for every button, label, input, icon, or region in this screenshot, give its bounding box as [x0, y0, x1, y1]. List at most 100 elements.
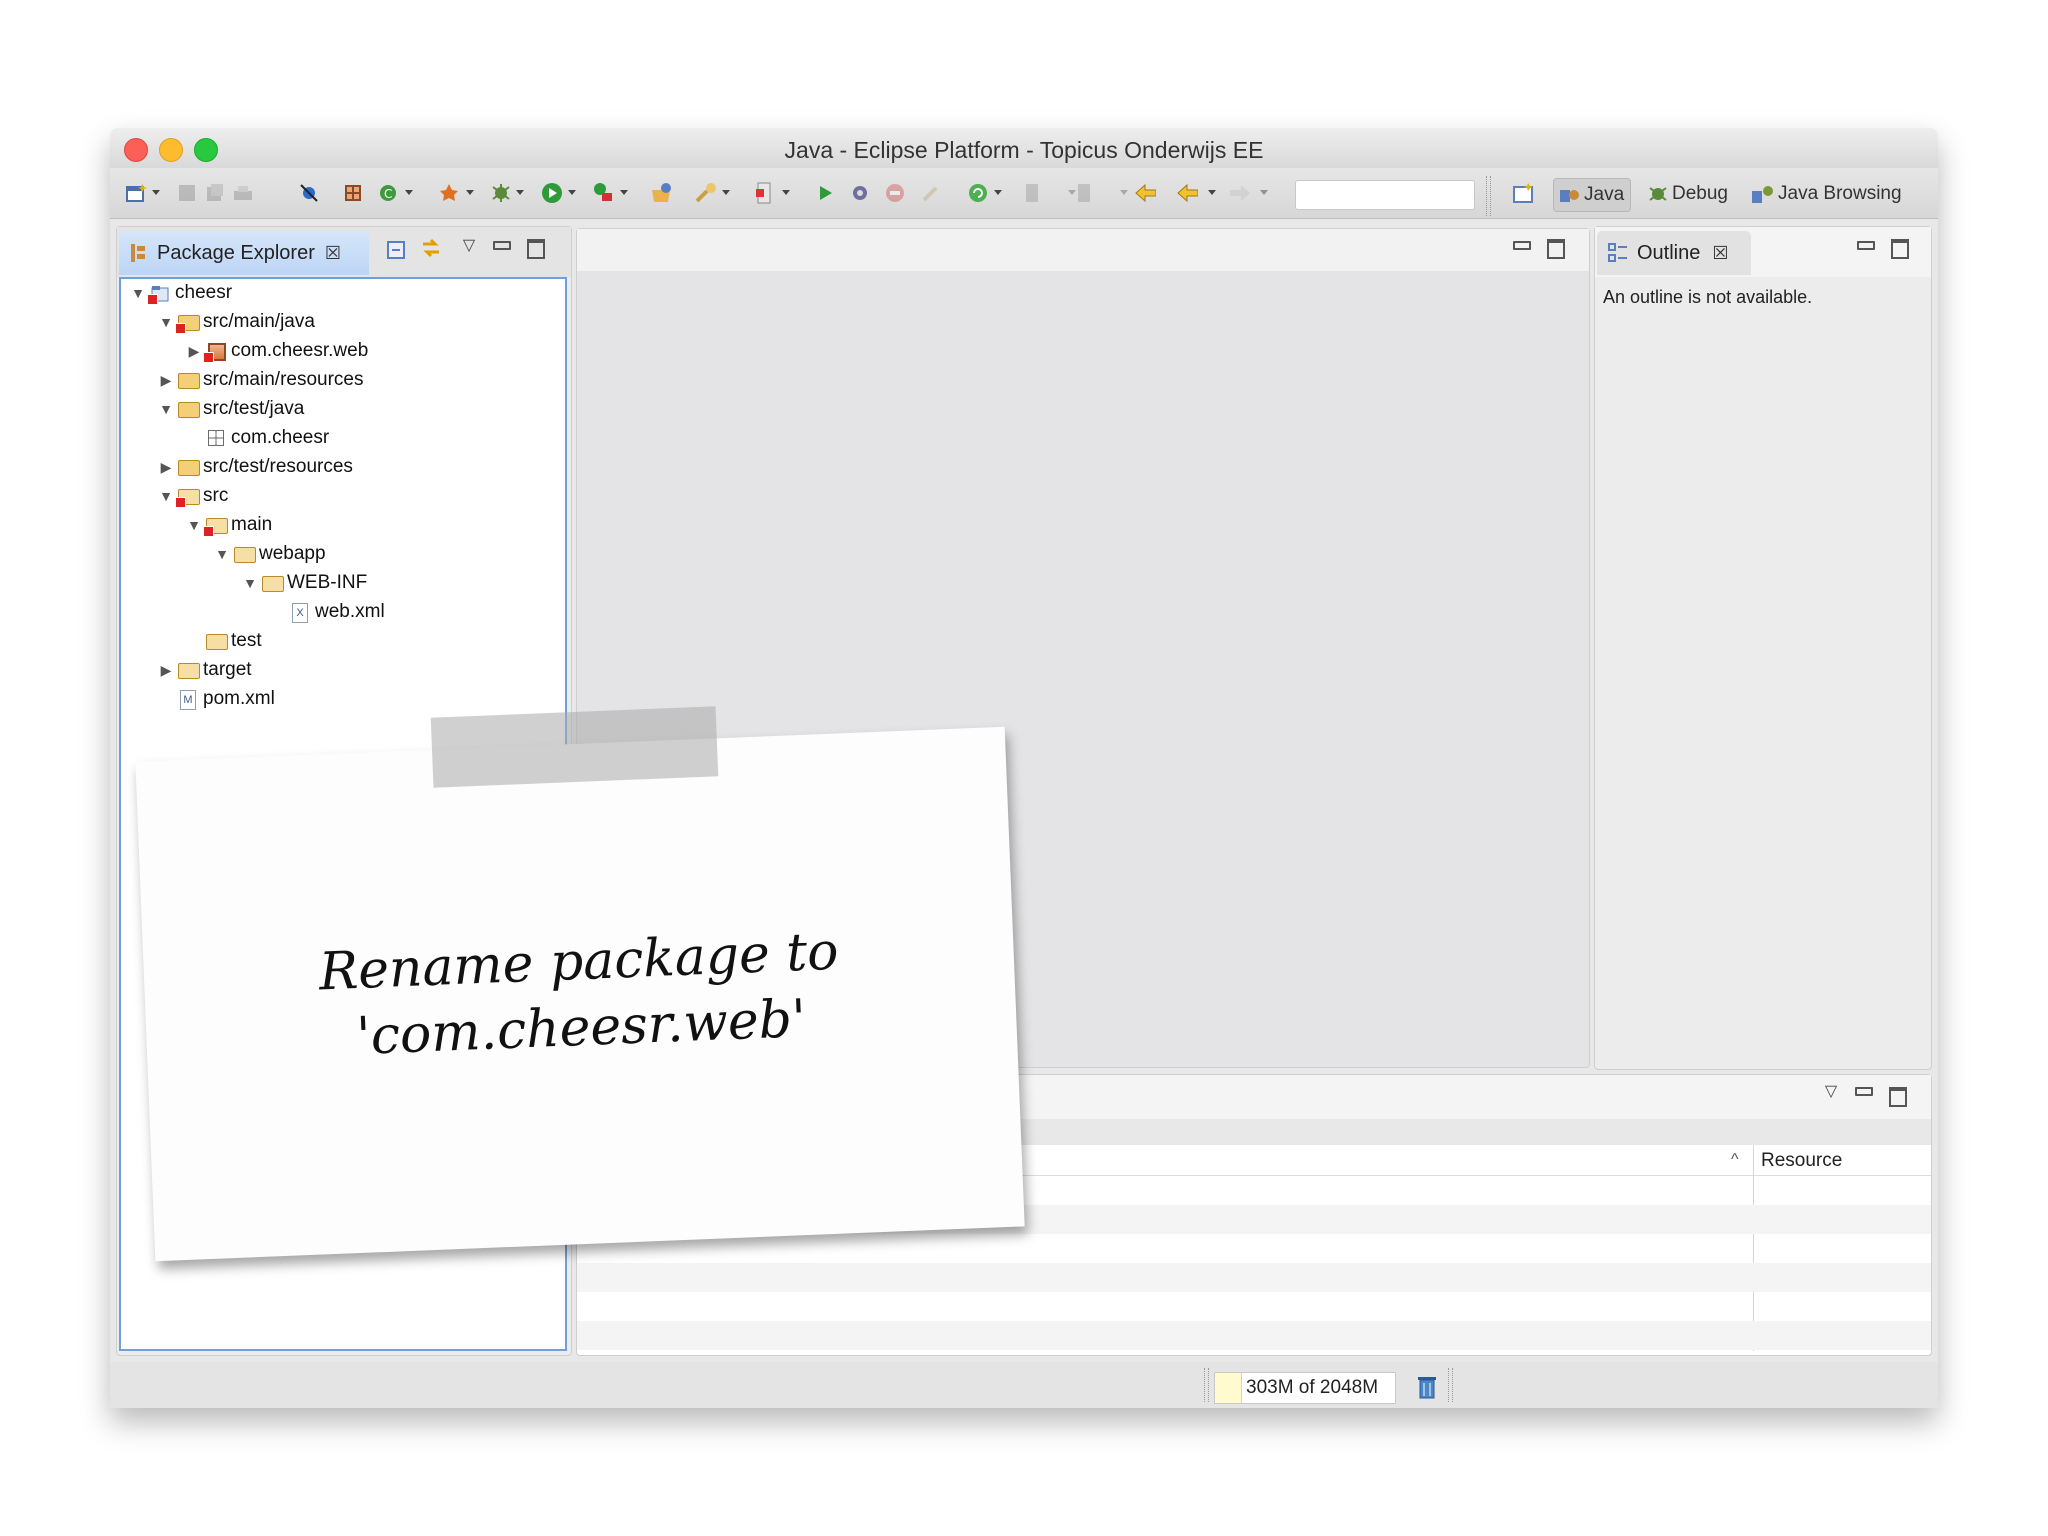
tree-item-target[interactable]: ▶ target — [159, 656, 252, 684]
tree-item-cheesr[interactable]: ▼ cheesr — [131, 279, 232, 307]
expand-toggle[interactable]: ▼ — [159, 314, 173, 330]
minimize-icon[interactable] — [1855, 1087, 1873, 1096]
quick-access-input[interactable] — [1295, 180, 1475, 210]
close-icon[interactable]: ☒ — [1712, 243, 1728, 264]
tree-item-src-test-resources[interactable]: ▶ src/test/resources — [159, 453, 353, 481]
build-icon[interactable] — [848, 182, 870, 204]
tree-item-com-cheesr-web[interactable]: ▶ com.cheesr.web — [187, 337, 368, 365]
run-icon[interactable] — [540, 182, 562, 204]
minimize-icon[interactable] — [493, 241, 511, 250]
tree-item-test[interactable]: test — [187, 627, 262, 655]
folder-icon — [261, 574, 284, 592]
next-annotation-icon[interactable] — [1022, 182, 1044, 204]
view-menu-icon[interactable]: ▽ — [461, 238, 477, 254]
outline-message: An outline is not available. — [1603, 287, 1813, 307]
terminate-icon[interactable] — [884, 182, 906, 204]
disconnect-icon[interactable] — [920, 182, 942, 204]
maximize-icon[interactable] — [527, 239, 545, 259]
perspective-java[interactable]: Java — [1553, 178, 1632, 212]
tree-item-main[interactable]: ▼ main — [187, 511, 272, 539]
folder-icon — [177, 661, 200, 679]
perspective-debug[interactable]: Debug — [1646, 178, 1728, 210]
collapse-all-icon[interactable] — [385, 239, 407, 261]
tree-item-src[interactable]: ▼ src — [159, 482, 228, 510]
source-folder-icon — [175, 313, 200, 334]
search-icon[interactable] — [694, 182, 716, 204]
sticky-note-tape — [430, 706, 719, 788]
expand-toggle[interactable]: ▼ — [159, 488, 173, 504]
expand-toggle[interactable]: ▼ — [215, 546, 229, 562]
new-java-class-icon[interactable]: C — [378, 182, 400, 204]
expand-toggle[interactable]: ▼ — [159, 401, 173, 417]
debug-icon[interactable] — [490, 182, 512, 204]
save-all-icon[interactable] — [204, 182, 226, 204]
tree-item-pom-xml[interactable]: Mpom.xml — [159, 685, 275, 713]
maven-file-icon: M — [177, 690, 199, 710]
minimize-icon[interactable] — [1857, 241, 1875, 250]
view-menu-icon[interactable]: ▽ — [1823, 1084, 1839, 1100]
status-separator — [1448, 1368, 1453, 1402]
xml-file-icon: X — [289, 603, 311, 623]
table-row — [577, 1321, 1931, 1350]
debug-perspective-icon — [1646, 183, 1670, 205]
resume-icon[interactable] — [814, 182, 836, 204]
java-browsing-perspective-icon — [1750, 183, 1776, 205]
main-toolbar: C Java Debug Java Browsing — [110, 168, 1938, 219]
open-type-icon[interactable] — [650, 182, 672, 204]
new-icon[interactable] — [126, 182, 148, 204]
package-explorer-icon — [129, 242, 149, 264]
maximize-icon[interactable] — [1889, 1087, 1907, 1107]
last-edit-location-icon[interactable] — [1134, 182, 1156, 204]
open-perspective-icon[interactable] — [1512, 182, 1534, 204]
window-title: Java - Eclipse Platform - Topicus Onderw… — [784, 137, 1264, 163]
title-bar: Java - Eclipse Platform - Topicus Onderw… — [110, 128, 1938, 168]
table-row — [577, 1263, 1931, 1292]
skip-breakpoints-icon[interactable] — [298, 182, 320, 204]
garbage-collect-icon[interactable] — [1416, 1374, 1438, 1400]
status-bar: 303M of 2048M — [110, 1362, 1938, 1408]
previous-annotation-icon[interactable] — [1074, 182, 1096, 204]
tree-item-src-main-resources[interactable]: ▶ src/main/resources — [159, 366, 364, 394]
expand-toggle[interactable]: ▼ — [243, 575, 257, 591]
column-header-resource[interactable]: Resource — [1761, 1150, 1842, 1172]
maximize-icon[interactable] — [1891, 239, 1909, 259]
tree-item-src-test-java[interactable]: ▼ src/test/java — [159, 395, 304, 423]
forward-icon[interactable] — [1228, 182, 1250, 204]
folder-icon — [175, 487, 200, 508]
tree-item-web-xml[interactable]: Xweb.xml — [271, 598, 385, 626]
tab-package-explorer[interactable]: Package Explorer ☒ — [119, 231, 369, 275]
java-perspective-icon — [1558, 184, 1582, 206]
source-folder-icon — [177, 458, 200, 476]
folder-icon — [205, 632, 228, 650]
svg-text:C: C — [384, 187, 392, 201]
run-external-tools-icon[interactable] — [438, 182, 460, 204]
toggle-mark-occurrences-icon[interactable] — [754, 182, 776, 204]
perspective-java-browsing[interactable]: Java Browsing — [1750, 178, 1902, 210]
maximize-icon[interactable] — [1547, 239, 1565, 259]
sort-ascending-icon: ^ — [1731, 1151, 1739, 1168]
expand-toggle[interactable]: ▶ — [159, 459, 173, 476]
expand-toggle[interactable]: ▶ — [187, 343, 201, 360]
tree-item-com-cheesr[interactable]: com.cheesr — [187, 424, 329, 452]
tree-item-web-inf[interactable]: ▼ WEB-INF — [243, 569, 367, 597]
sticky-note: Rename package to 'com.cheesr.web' — [135, 726, 1025, 1262]
minimize-icon[interactable] — [1513, 241, 1531, 250]
tree-item-src-main-java[interactable]: ▼ src/main/java — [159, 308, 315, 336]
back-icon[interactable] — [1176, 182, 1198, 204]
note-text: Rename package to 'com.cheesr.web' — [143, 912, 1018, 1079]
expand-toggle[interactable]: ▼ — [131, 285, 145, 301]
save-icon[interactable] — [176, 182, 198, 204]
expand-toggle[interactable]: ▶ — [159, 372, 173, 389]
close-icon[interactable]: ☒ — [325, 243, 341, 264]
expand-toggle[interactable]: ▶ — [159, 662, 173, 679]
heap-status[interactable]: 303M of 2048M — [1214, 1372, 1396, 1404]
new-java-package-icon[interactable] — [342, 182, 364, 204]
coverage-icon[interactable] — [592, 182, 614, 204]
tree-item-webapp[interactable]: ▼ webapp — [215, 540, 326, 568]
print-icon[interactable] — [232, 182, 254, 204]
refresh-icon[interactable] — [966, 182, 988, 204]
folder-icon — [203, 516, 228, 537]
link-with-editor-icon[interactable] — [419, 237, 441, 259]
tab-outline[interactable]: Outline ☒ — [1597, 231, 1751, 275]
expand-toggle[interactable]: ▼ — [187, 517, 201, 533]
